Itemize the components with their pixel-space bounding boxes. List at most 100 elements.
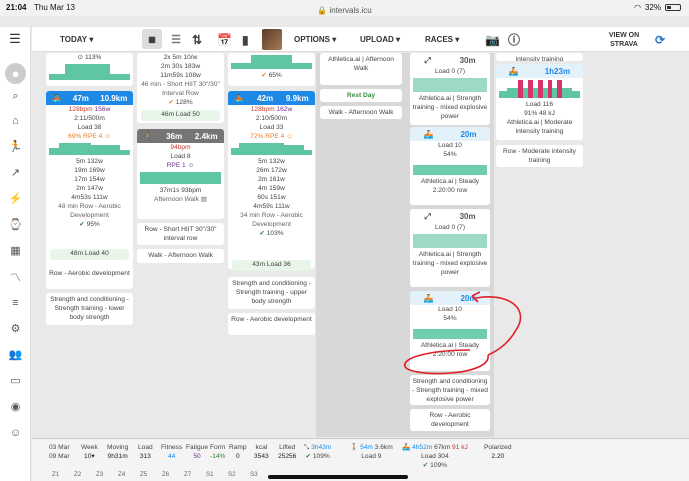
sort-icon[interactable]: ⇅ — [192, 27, 202, 52]
planned-bars — [413, 161, 487, 175]
activity-card-walk[interactable]: 🚶 36m 2.4km 94bpm Load 8 RPE 1 ☺ 37m1s 9… — [137, 129, 224, 219]
url-bar[interactable]: 🔒 intervals.icu — [0, 6, 689, 15]
planned-bars — [413, 325, 487, 339]
interval-item: 60s 151w — [257, 194, 286, 201]
expand-icon: ⤢ — [424, 55, 431, 65]
power-bars — [231, 143, 312, 155]
planned-workout-card[interactable]: 🚣 20m Load 10 54% Athletica.ai | Steady … — [410, 291, 490, 371]
home-icon[interactable]: ⌂ — [8, 113, 23, 128]
expand-icon: ⤢ — [424, 211, 431, 221]
interval-item: 5m 132w — [76, 158, 103, 165]
planned-workout-card[interactable]: ⤢ 30m Load 0 (7) Athletica.ai | Strength… — [410, 53, 490, 125]
note-card[interactable]: Athletica.ai | Afternoon Walk — [320, 53, 402, 85]
watch-icon[interactable]: ⌚ — [8, 217, 23, 232]
zone-label: S3 — [250, 471, 258, 478]
planned-workout-card[interactable]: ⤢ 30m Load 0 (7) Athletica.ai | Strength… — [410, 209, 490, 287]
people-icon[interactable]: 👥 — [8, 347, 23, 362]
list-view-icon[interactable]: ☰ — [168, 27, 184, 52]
workout-note: Athletica.ai | Steady — [420, 342, 480, 349]
note-card[interactable]: intensity training — [496, 53, 583, 61]
fitness-chart-icon[interactable]: ↗ — [8, 165, 23, 180]
activity-card-row[interactable]: 🚣 1h23m Load 116 91% 48 kJ Athletica.ai … — [496, 64, 583, 140]
search-icon[interactable]: ⌕ — [8, 89, 23, 104]
note-card[interactable]: Row - Aerobic development — [46, 267, 133, 289]
calendar-icon[interactable]: ▦ — [8, 243, 23, 258]
load: Load 10 — [438, 142, 462, 149]
duration: 20m — [460, 293, 477, 303]
today-button[interactable]: TODAY ▾ — [60, 27, 93, 52]
refresh-icon[interactable]: ⟳ — [655, 27, 665, 52]
planned-workout-card[interactable]: 🚣 20m Load 10 54% Athletica.ai | Steady … — [410, 127, 490, 205]
interval-item: 2m 161w — [258, 176, 285, 183]
rpe: RPE 1 ☺ — [166, 162, 195, 169]
zone-label: Z7 — [184, 471, 192, 478]
note-card[interactable]: Strength and conditioning - Strength tra… — [228, 277, 315, 309]
settings-icon[interactable]: ⚙ — [8, 321, 23, 336]
lifted: Lifted 25256 — [278, 444, 297, 460]
user-avatar-icon[interactable]: ● — [5, 63, 26, 84]
options-button[interactable]: OPTIONS ▾ — [294, 27, 336, 52]
week-end: 09 Mar — [49, 453, 70, 460]
planned-load: 48m Load 40 — [50, 249, 129, 260]
note-card[interactable]: Row - Aerobic development — [228, 313, 315, 335]
activity-card-row[interactable]: 🚣 47m 10.9km 128bpm 156w 2:11/500m Load … — [46, 91, 133, 269]
activity-icon[interactable]: 🏃 — [8, 139, 23, 154]
profile-photo[interactable] — [262, 29, 282, 50]
trend-icon[interactable]: 〽 — [8, 269, 23, 284]
workout-note: Athletica.ai | Moderate intensity traini… — [506, 119, 573, 135]
compare-icon[interactable]: ≡ — [8, 295, 23, 310]
view-on-strava-button[interactable]: VIEW ON STRAVA — [604, 27, 644, 52]
interval-item: 2m 147w — [76, 185, 103, 192]
camera-icon[interactable]: 📷 — [485, 27, 500, 52]
chat-icon[interactable]: ▭ — [8, 373, 23, 388]
pace: 2:10/500m — [255, 115, 288, 122]
interval-item: 2m 30s 183w — [160, 63, 201, 70]
interval-item: 19m 169w — [74, 167, 105, 174]
grid-view-icon[interactable]: ▦ — [142, 29, 162, 49]
row-icon: 🚣 — [423, 129, 434, 139]
note-card[interactable]: Strength and conditioning - Strength tra… — [46, 293, 133, 325]
activity-card-top[interactable]: ✔ 65% — [228, 53, 315, 86]
polarized: Polarized 2.20 — [484, 444, 512, 460]
planned-load: 43m Load 36 — [232, 260, 311, 271]
workout-note: 2:20:00 row — [432, 187, 468, 194]
note-card[interactable]: Row - Moderate intensity training — [496, 145, 583, 167]
day-column-1: ⊙ 113% 🚣 47m 10.9km 128bpm 156w 2:11/500… — [46, 53, 134, 437]
rest-day[interactable]: Rest Day — [320, 89, 402, 102]
week-start: 03 Mar — [49, 444, 70, 451]
interval-item: 17m 154w — [74, 176, 105, 183]
planned-time: 43m — [252, 261, 266, 268]
calendar-add-icon[interactable]: 📅 — [217, 27, 232, 52]
activity-card-row[interactable]: 🚣 42m 9.9km 128bpm 162w 2:10/500m Load 3… — [228, 91, 315, 269]
upload-button[interactable]: UPLOAD ▾ — [360, 27, 400, 52]
planned-load-value: Load 40 — [84, 250, 109, 257]
note-card[interactable]: Row - Aerobic development — [410, 409, 490, 431]
zone-label: Z5 — [140, 471, 148, 478]
note-card[interactable]: Row - Short HIIT 30"/30" interval row — [137, 223, 224, 245]
activity-card-top[interactable]: ⊙ 113% — [46, 53, 133, 86]
discord-icon[interactable]: ◉ — [8, 399, 23, 414]
workout-header: ⤢ 30m — [410, 53, 490, 67]
row-icon: 🚣 — [508, 66, 519, 76]
note-card[interactable]: Strength and conditioning - Strength tra… — [410, 375, 490, 405]
distance: 9.9km — [285, 93, 309, 103]
activity-header: 🚶 36m 2.4km — [137, 129, 224, 143]
interval-item: 26m 172w — [256, 167, 287, 174]
note-card[interactable]: Walk - Afternoon Walk — [137, 249, 224, 263]
heart-rate: 128bpm — [250, 106, 275, 113]
emoji-icon[interactable]: ☺ — [8, 425, 23, 440]
power-icon[interactable]: ⚡ — [8, 191, 23, 206]
help-icon[interactable]: ⓘ — [508, 27, 520, 52]
interval-item: 4m59s 111w — [253, 203, 290, 210]
week-number[interactable]: Week 10▾ — [81, 443, 98, 461]
note-card[interactable]: Walk - Afternoon Walk — [320, 106, 402, 119]
url-text[interactable]: intervals.icu — [329, 6, 371, 15]
duration: 36m — [166, 131, 183, 141]
activity-header: 🚣 1h23m — [496, 64, 583, 78]
menu-icon[interactable]: ☰ — [6, 31, 24, 47]
bookmark-icon[interactable]: ▮ — [242, 27, 249, 52]
zone-label: Z1 — [52, 471, 60, 478]
races-button[interactable]: RACES ▾ — [425, 27, 459, 52]
workout-header: ⤢ 30m — [410, 209, 490, 223]
interval-list: 5m 132w 19m 169w 17m 154w 2m 147w 4m53s 111w — [46, 157, 133, 202]
